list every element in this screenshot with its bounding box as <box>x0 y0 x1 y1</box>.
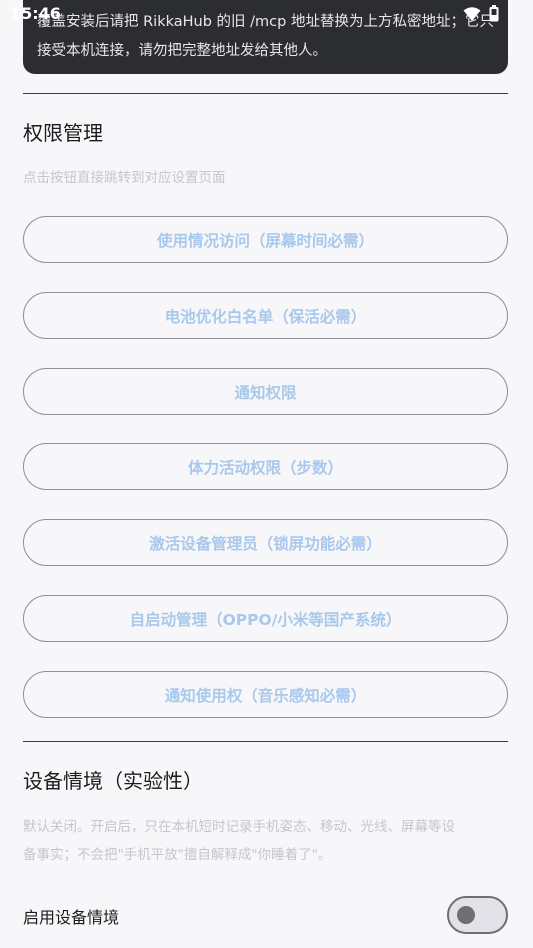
toast-line-2: 接受本机连接，请勿把完整地址发给其他人。 <box>37 43 327 59</box>
battery-optimization-button[interactable]: 电池优化白名单（保活必需） <box>23 292 508 339</box>
divider-middle <box>23 741 508 742</box>
status-icons <box>463 5 499 26</box>
activity-permission-button[interactable]: 体力活动权限（步数） <box>23 443 508 490</box>
wifi-icon <box>463 6 481 26</box>
toggle-knob <box>457 906 475 924</box>
notification-listener-button[interactable]: 通知使用权（音乐感知必需） <box>23 671 508 718</box>
permissions-description: 点击按钮直接跳转到对应设置页面 <box>23 170 226 186</box>
battery-icon <box>489 5 499 26</box>
device-admin-button[interactable]: 激活设备管理员（锁屏功能必需） <box>23 519 508 566</box>
device-context-title: 设备情境（实验性） <box>23 769 203 793</box>
device-context-description: 默认关闭。开启后，只在本机短时记录手机姿态、移动、光线、屏幕等设 备事实；不会把… <box>23 813 508 869</box>
status-time: 15:46 <box>10 4 61 23</box>
screen: 覆盖安装后请把 RikkaHub 的旧 /mcp 地址替换为上方私密地址；它只 … <box>0 0 533 948</box>
status-bar: 15:46 <box>0 0 533 28</box>
autostart-button[interactable]: 自启动管理（OPPO/小米等国产系统） <box>23 595 508 642</box>
divider-top <box>23 93 508 94</box>
device-context-description-line-2: 备事实；不会把"手机平放"擅自解释成"你睡着了"。 <box>23 847 332 863</box>
notification-permission-button[interactable]: 通知权限 <box>23 368 508 415</box>
device-context-description-line-1: 默认关闭。开启后，只在本机短时记录手机姿态、移动、光线、屏幕等设 <box>23 819 455 835</box>
usage-access-button[interactable]: 使用情况访问（屏幕时间必需） <box>23 216 508 263</box>
device-context-toggle[interactable] <box>447 896 508 934</box>
permissions-title: 权限管理 <box>23 121 103 145</box>
device-context-toggle-label: 启用设备情境 <box>23 908 120 927</box>
